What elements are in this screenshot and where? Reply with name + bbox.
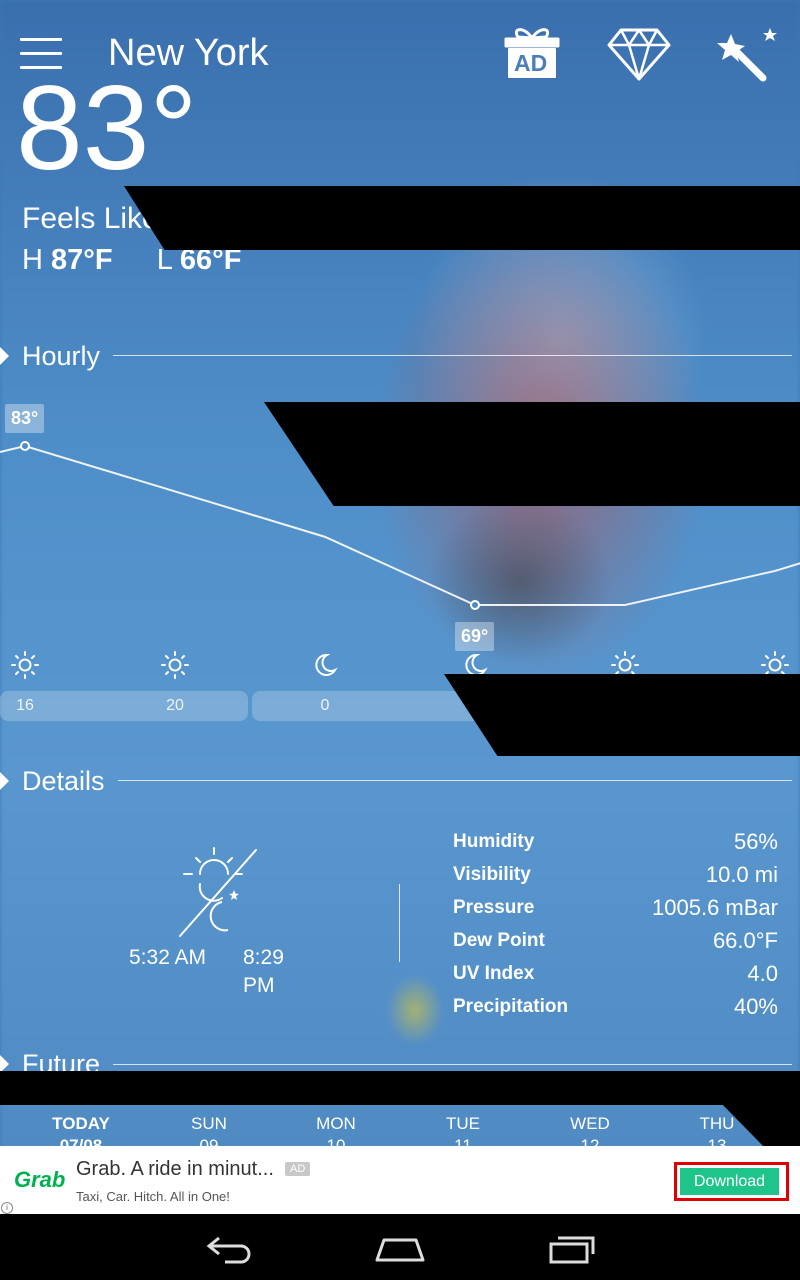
detail-value: 40% [733,994,778,1019]
ad-info-icon[interactable]: i [1,1202,13,1214]
grab-logo: Grab [14,1167,66,1192]
redaction-bar [444,674,800,756]
sun-icon [161,651,189,684]
moon-icon [312,652,338,683]
ad-icon-label: AD [514,50,548,76]
detail-value: 66.0°F [712,928,778,953]
detail-value: 56% [733,829,778,854]
detail-value: 10.0 mi [705,862,778,887]
hourly-max-label: 83° [5,404,45,433]
detail-value: 1005.6 mBar [652,895,778,920]
day-name: SUN [191,1114,227,1133]
precip-value: 16 [16,697,34,714]
download-button[interactable]: Download [680,1168,779,1195]
hourly-temp-point [20,441,30,451]
detail-label: Visibility [453,864,531,885]
magic-wand-icon[interactable] [713,24,783,82]
redaction-bar [264,402,800,506]
ad-badge: AD [285,1162,311,1176]
details-vertical-divider [399,884,400,962]
system-navigation-bar [0,1214,800,1280]
sunrise-sunset-icon [178,844,262,944]
hourly-temp-point [470,600,480,610]
sunset-time: 8:29 [243,946,284,969]
high-temp: 87°F [51,244,113,276]
detail-label: UV Index [453,963,535,984]
redaction-bar [0,1071,800,1105]
back-icon[interactable] [205,1232,255,1264]
detail-value: 4.0 [747,961,778,986]
redaction-bar [124,186,800,250]
detail-label: Precipitation [453,996,569,1017]
diamond-icon[interactable] [607,27,671,81]
precip-value: 20 [166,697,184,714]
hourly-section-marker [0,347,9,365]
hourly-divider [113,355,792,356]
day-name: WED [570,1114,610,1133]
recents-icon[interactable] [548,1234,596,1264]
detail-label: Dew Point [453,930,545,951]
ad-subtitle: Taxi, Car. Hitch. All in One! [76,1189,230,1204]
sunset-ampm: PM [243,974,275,997]
ad-banner[interactable]: Grab Grab. A ride in minut... AD Taxi, C… [0,1146,800,1214]
precip-value: 0 [320,697,330,714]
day-name: THU [699,1114,735,1133]
ad-gift-icon[interactable]: AD [502,24,562,80]
current-temperature: 83° [16,61,198,180]
home-icon[interactable] [374,1234,426,1264]
hourly-min-label: 69° [455,622,495,651]
future-divider [113,1064,792,1065]
detail-label: Humidity [453,831,535,852]
high-prefix: H [22,244,43,276]
detail-label: Pressure [453,897,535,918]
day-name: MON [316,1114,356,1133]
details-section-marker [0,772,9,790]
hourly-section-title[interactable]: Hourly [22,341,100,372]
sun-icon [11,651,39,684]
day-name: TODAY [52,1114,110,1133]
ad-title: Grab. A ride in minut... [76,1158,274,1180]
details-divider [118,780,792,781]
details-section-title[interactable]: Details [22,766,105,797]
sunrise-time: 5:32 AM [129,946,207,969]
day-name: TUE [446,1114,480,1133]
